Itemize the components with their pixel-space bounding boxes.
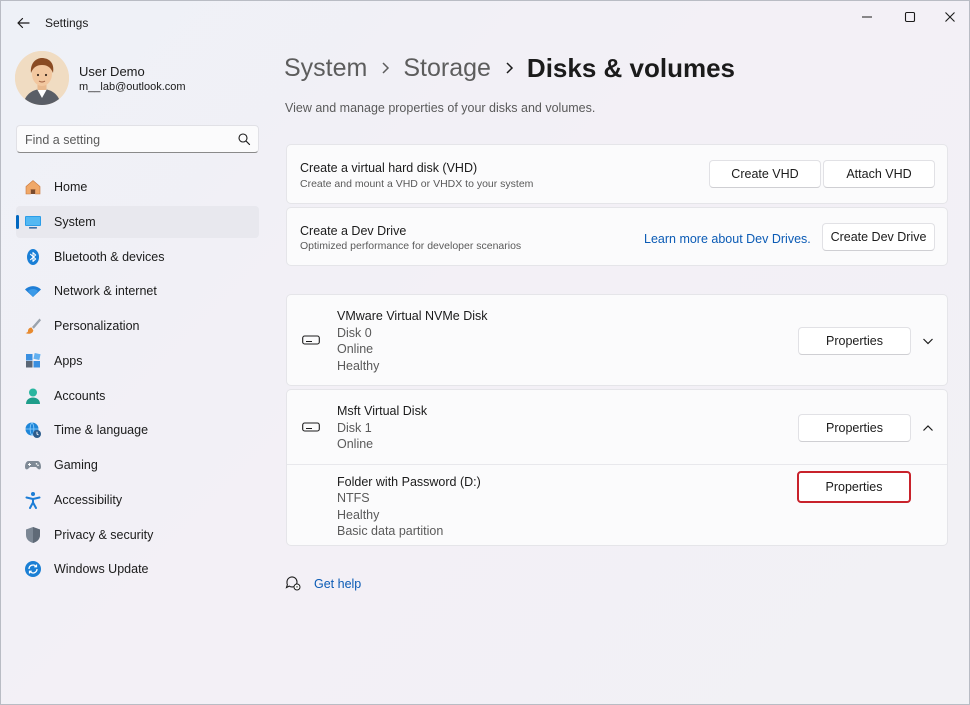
sidebar-item-label: Gaming [54, 458, 98, 472]
maximize-button[interactable] [890, 3, 930, 31]
breadcrumb-storage[interactable]: Storage [403, 54, 491, 83]
dev-drive-description: Optimized performance for developer scen… [300, 240, 522, 252]
disk-number: Disk 0 [337, 326, 372, 340]
back-arrow-icon [17, 17, 30, 29]
sidebar-item-home[interactable]: Home [16, 171, 259, 203]
volume-name: Folder with Password (D:) [337, 475, 481, 489]
disk-1-properties-button[interactable]: Properties [798, 414, 911, 442]
gamepad-icon [24, 456, 42, 474]
search-icon [238, 133, 251, 146]
divider [287, 464, 947, 465]
sidebar-item-label: Windows Update [54, 562, 149, 577]
sidebar-item-label: Time & language [54, 423, 149, 438]
sidebar-item-windows-update[interactable]: Windows Update [16, 553, 259, 585]
sidebar-item-label: Accounts [54, 388, 106, 403]
attach-vhd-button[interactable]: Attach VHD [823, 160, 935, 188]
volume-d-properties-button[interactable]: Properties [797, 471, 911, 503]
disk-health: Healthy [337, 359, 380, 373]
sidebar-item-system[interactable]: System [16, 205, 259, 238]
create-vhd-button[interactable]: Create VHD [709, 160, 821, 188]
disk-1-card: Msft Virtual Disk Disk 1 Online Properti… [286, 389, 948, 546]
accessibility-icon [24, 491, 42, 509]
update-icon [24, 560, 42, 578]
disk-name: Msft Virtual Disk [337, 404, 428, 418]
sidebar-item-label: Personalization [54, 319, 140, 333]
sidebar-item-label: Accessibility [54, 492, 123, 507]
minimize-button[interactable] [847, 3, 887, 31]
sidebar-item-label: Apps [54, 353, 83, 368]
page-subtitle: View and manage properties of your disks… [285, 101, 596, 115]
search-input[interactable] [25, 131, 230, 149]
chevron-up-icon[interactable] [921, 421, 935, 435]
user-email: m__lab@outlook.com [79, 81, 186, 93]
volume-type: Basic data partition [337, 524, 444, 538]
avatar [15, 51, 69, 105]
minimize-icon [862, 16, 872, 18]
volume-health: Healthy [337, 508, 380, 522]
apps-icon [24, 352, 42, 370]
hard-drive-icon [302, 422, 320, 432]
bluetooth-icon [24, 248, 42, 266]
settings-window: Settings User Demo m__lab@outlook.com Fi… [0, 0, 970, 705]
sidebar-item-privacy[interactable]: Privacy & security [16, 519, 259, 551]
vhd-title: Create a virtual hard disk (VHD) [300, 161, 478, 175]
title-bar: Settings [1, 1, 970, 45]
disk-name: VMware Virtual NVMe Disk [337, 309, 488, 323]
close-icon [945, 12, 955, 22]
sidebar-item-label: Network & internet [54, 284, 157, 299]
disk-status: Online [337, 342, 374, 356]
vhd-description: Create and mount a VHD or VHDX to your s… [300, 178, 534, 190]
disk-0-card: VMware Virtual NVMe Disk Disk 0 Online H… [286, 294, 948, 386]
sidebar-item-personalization[interactable]: Personalization [16, 310, 259, 342]
sidebar-item-label: Home [54, 180, 88, 194]
sidebar-item-time-language[interactable]: Time & language [16, 414, 259, 446]
maximize-icon [904, 11, 916, 23]
close-button[interactable] [930, 3, 970, 31]
dev-drive-title: Create a Dev Drive [300, 224, 407, 238]
chevron-down-icon[interactable] [921, 334, 935, 348]
volume-filesystem: NTFS [337, 491, 370, 505]
user-profile[interactable]: User Demo m__lab@outlook.com [15, 51, 265, 105]
sidebar-item-label: System [54, 214, 96, 229]
sidebar-item-apps[interactable]: Apps [16, 345, 259, 377]
globe-clock-icon [24, 421, 42, 439]
get-help-link[interactable]: Get help [314, 577, 361, 591]
home-icon [24, 178, 42, 196]
shield-icon [24, 526, 42, 544]
sidebar-item-accounts[interactable]: Accounts [16, 380, 259, 412]
page-title: Disks & volumes [526, 52, 736, 83]
breadcrumb: System Storage Disks & volumes [284, 51, 735, 85]
breadcrumb-system[interactable]: System [284, 54, 367, 83]
sidebar-item-network[interactable]: Network & internet [16, 275, 259, 307]
app-title: Settings [45, 16, 89, 30]
chevron-right-icon [504, 61, 514, 75]
user-name: User Demo [79, 64, 145, 79]
disk-status: Online [337, 437, 374, 451]
sidebar-item-label: Bluetooth & devices [54, 249, 165, 264]
wifi-icon [24, 282, 42, 300]
back-button[interactable] [11, 11, 35, 35]
help-chat-icon [285, 576, 301, 591]
avatar-image [15, 51, 69, 105]
dev-drive-card: Create a Dev Drive Optimized performance… [286, 207, 948, 266]
chevron-right-icon [380, 61, 390, 75]
learn-more-dev-drives-link[interactable]: Learn more about Dev Drives. [644, 232, 811, 246]
system-icon [24, 213, 42, 231]
hard-drive-icon [302, 335, 320, 345]
disk-number: Disk 1 [337, 421, 372, 435]
create-dev-drive-button[interactable]: Create Dev Drive [822, 223, 935, 251]
brush-icon [24, 317, 42, 335]
sidebar-item-bluetooth[interactable]: Bluetooth & devices [16, 241, 259, 273]
accounts-icon [24, 387, 42, 405]
sidebar-nav: Home System Bluetooth & devices Network … [16, 171, 259, 588]
vhd-card: Create a virtual hard disk (VHD) Create … [286, 144, 948, 204]
search-box[interactable] [16, 125, 259, 153]
sidebar-item-gaming[interactable]: Gaming [16, 449, 259, 481]
disk-0-properties-button[interactable]: Properties [798, 327, 911, 355]
sidebar-item-label: Privacy & security [54, 527, 154, 542]
sidebar-item-accessibility[interactable]: Accessibility [16, 484, 259, 516]
